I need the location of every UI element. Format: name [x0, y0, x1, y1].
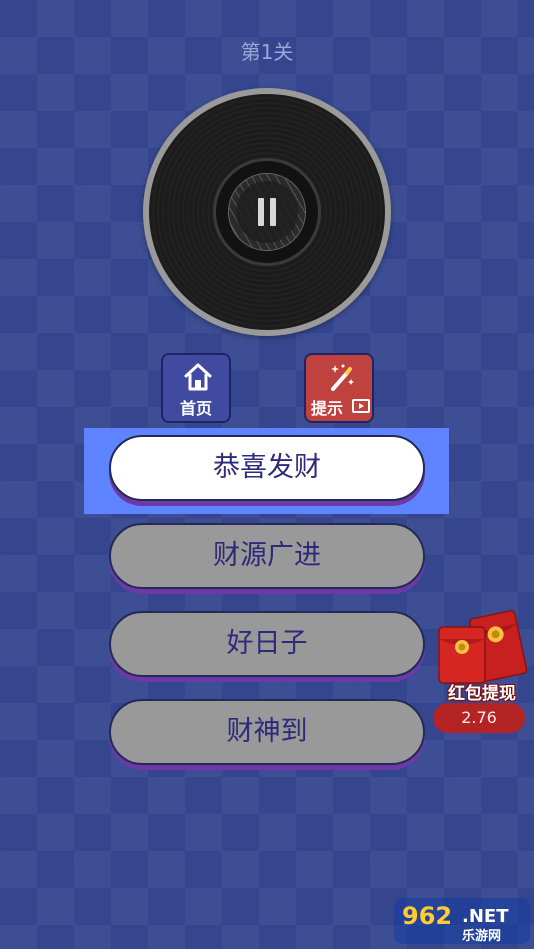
vinyl-record — [143, 88, 391, 336]
watermark-suffix: .NET — [462, 906, 509, 927]
magic-wand-icon — [331, 364, 354, 391]
pause-icon-bar-right — [270, 198, 276, 226]
record-label — [213, 158, 321, 266]
home-button-label: 首页 — [179, 399, 212, 418]
answer-option-2[interactable]: 财源广进 — [109, 523, 425, 589]
home-icon — [184, 363, 212, 391]
red-packet-amount: 2.76 — [433, 703, 525, 733]
site-watermark-logo: 962 .NET 乐游网 — [394, 898, 530, 944]
watermark-subtitle: 乐游网 — [462, 928, 501, 944]
video-icon — [352, 399, 370, 413]
record-grooves — [149, 94, 385, 330]
home-button[interactable]: 首页 — [161, 353, 231, 423]
pause-icon-bar-left — [258, 198, 264, 226]
answer-option-4[interactable]: 财神到 — [109, 699, 425, 765]
pause-button[interactable] — [236, 181, 298, 243]
watermark-number: 962 — [402, 902, 452, 930]
hint-button[interactable]: 提示 — [304, 353, 374, 423]
answer-option-1[interactable]: 恭喜发财 — [109, 435, 425, 501]
red-packet-label: 红包提现 — [448, 684, 516, 704]
answer-option-3[interactable]: 好日子 — [109, 611, 425, 677]
level-title: 第1关 — [240, 40, 294, 64]
red-packet-withdraw-button[interactable]: 红包提现 2.76 — [433, 605, 531, 735]
red-envelope-icon — [438, 609, 528, 684]
